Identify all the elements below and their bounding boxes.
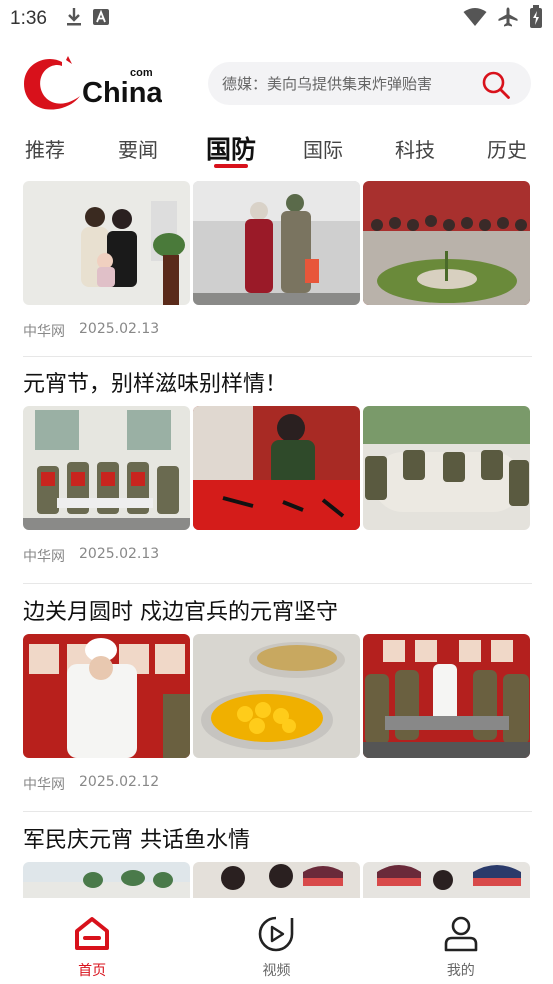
wifi-icon bbox=[463, 7, 487, 31]
article-title[interactable]: 元宵节，别样滋味别样情！ bbox=[23, 368, 532, 402]
article-title[interactable]: 边关月圆时 戍边官兵的元宵坚守 bbox=[23, 596, 532, 630]
tab-history[interactable]: 历史 bbox=[487, 134, 527, 163]
font-a-icon bbox=[92, 9, 109, 29]
article-date: 2025.02.12 bbox=[79, 774, 160, 790]
article-source: 中华网 bbox=[23, 324, 65, 340]
header: China com 德媒：美向乌提供集束炸弹贻害 bbox=[0, 48, 553, 118]
article-image bbox=[363, 181, 530, 305]
svg-text:com: com bbox=[130, 67, 153, 79]
article-image bbox=[23, 406, 190, 530]
article-title[interactable]: 军民庆元宵 共话鱼水情 bbox=[23, 824, 532, 858]
article-image bbox=[23, 181, 190, 305]
download-icon bbox=[65, 7, 83, 31]
status-bar: 1:36 bbox=[0, 0, 553, 38]
nav-video[interactable]: 视频 bbox=[184, 898, 368, 984]
article-image bbox=[193, 634, 360, 758]
nav-home-label: 首页 bbox=[78, 963, 107, 979]
article-source: 中华网 bbox=[23, 549, 65, 565]
battery-icon bbox=[529, 5, 543, 33]
news-article[interactable]: 边关月圆时 戍边官兵的元宵坚守 中华网 2025.02.12 bbox=[23, 596, 532, 794]
news-article[interactable]: 军民庆元宵 共话鱼水情 bbox=[23, 824, 532, 898]
svg-text:China: China bbox=[82, 77, 162, 109]
article-source: 中华网 bbox=[23, 777, 65, 793]
active-tab-indicator bbox=[214, 164, 248, 168]
article-image bbox=[23, 862, 190, 898]
article-date: 2025.02.13 bbox=[79, 321, 160, 337]
divider bbox=[23, 356, 532, 357]
search-input[interactable]: 德媒：美向乌提供集束炸弹贻害 bbox=[222, 73, 468, 94]
article-image bbox=[363, 862, 530, 898]
news-article[interactable]: 元宵节，别样滋味别样情！ 中华网 2025.02.13 bbox=[23, 368, 532, 566]
article-image bbox=[193, 181, 360, 305]
article-image bbox=[193, 406, 360, 530]
home-icon bbox=[73, 916, 111, 956]
tab-recommend[interactable]: 推荐 bbox=[25, 134, 65, 163]
profile-icon bbox=[442, 916, 480, 956]
tab-defense[interactable]: 国防 bbox=[206, 130, 256, 166]
search-icon[interactable] bbox=[481, 70, 511, 104]
china-com-logo[interactable]: China com bbox=[22, 56, 163, 112]
status-time: 1:36 bbox=[10, 8, 47, 29]
airplane-icon bbox=[497, 6, 519, 32]
article-image bbox=[193, 862, 360, 898]
divider bbox=[23, 583, 532, 584]
nav-home[interactable]: 首页 bbox=[0, 898, 184, 984]
article-image bbox=[363, 634, 530, 758]
nav-video-label: 视频 bbox=[262, 963, 291, 979]
category-tabs: 推荐 要闻 国防 国际 科技 历史 bbox=[0, 128, 553, 174]
bottom-navigation: 首页 视频 我的 bbox=[0, 898, 553, 984]
news-feed[interactable]: 中华网 2025.02.13 元宵节，别样滋味别样情！ 中华网 2025.02.… bbox=[0, 176, 553, 898]
nav-profile-label: 我的 bbox=[446, 963, 475, 979]
tab-technology[interactable]: 科技 bbox=[395, 134, 435, 163]
tab-international[interactable]: 国际 bbox=[303, 134, 343, 163]
tab-headlines[interactable]: 要闻 bbox=[118, 134, 158, 163]
nav-profile[interactable]: 我的 bbox=[369, 898, 553, 984]
divider bbox=[23, 811, 532, 812]
article-image bbox=[23, 634, 190, 758]
search-bar[interactable]: 德媒：美向乌提供集束炸弹贻害 bbox=[208, 62, 531, 105]
article-image bbox=[363, 406, 530, 530]
news-article[interactable]: 中华网 2025.02.13 bbox=[23, 181, 532, 341]
video-play-icon bbox=[257, 916, 295, 956]
article-date: 2025.02.13 bbox=[79, 546, 160, 562]
